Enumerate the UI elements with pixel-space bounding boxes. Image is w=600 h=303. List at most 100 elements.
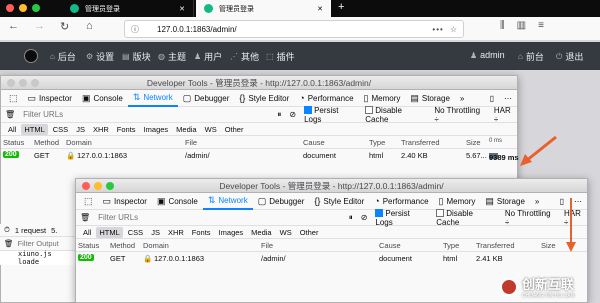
har-select[interactable]: HAR ÷: [494, 106, 517, 124]
pick-element-button[interactable]: ⬚: [79, 193, 98, 210]
tab-style-editor[interactable]: {} Style Editor: [234, 90, 294, 107]
type-filter-xhr[interactable]: XHR: [165, 227, 187, 238]
url-bar[interactable]: ⓘ 127.0.0.1:1863/admin/ ••• ☆: [124, 20, 464, 38]
tab-performance[interactable]: ◔ Performance: [294, 90, 358, 107]
site-nav-forums[interactable]: ▤ 版块: [122, 50, 151, 63]
page-actions-icon[interactable]: •••: [432, 25, 443, 34]
type-filter-media[interactable]: Media: [248, 227, 274, 238]
block-icon[interactable]: ⊘: [289, 110, 296, 119]
site-nav-home[interactable]: ⌂ 后台: [50, 50, 76, 63]
tab-style-editor[interactable]: {} Style Editor: [309, 193, 369, 210]
maximize-window-button[interactable]: [106, 182, 114, 190]
table-row[interactable]: 200 GET 🔒 127.0.0.1:1863 /admin/ documen…: [1, 149, 519, 162]
type-filter-js[interactable]: JS: [73, 124, 88, 135]
type-filter-ws[interactable]: WS: [202, 124, 220, 135]
type-filter-js[interactable]: JS: [148, 227, 163, 238]
site-nav-user[interactable]: ♟ admin: [470, 50, 505, 60]
disable-cache-checkbox[interactable]: Disable Cache: [436, 209, 497, 227]
type-filter-xhr[interactable]: XHR: [90, 124, 112, 135]
tab-console[interactable]: ▣ Console: [152, 193, 203, 210]
info-icon[interactable]: ⓘ: [131, 24, 139, 35]
site-nav-plugins[interactable]: ⬚ 插件: [266, 50, 295, 63]
type-filter-html[interactable]: HTML: [96, 226, 123, 238]
site-nav-users[interactable]: ♟ 用户: [194, 50, 222, 63]
persist-logs-checkbox[interactable]: Persist Logs: [375, 209, 428, 227]
menu-icon[interactable]: ≡: [538, 20, 544, 31]
tab-network[interactable]: ⇅ Network: [202, 193, 253, 210]
tab-memory[interactable]: ▯ Memory: [359, 90, 406, 107]
type-filter-images[interactable]: Images: [141, 124, 172, 135]
filter-output-input[interactable]: Filter Output: [18, 239, 59, 248]
column-status[interactable]: Status: [78, 241, 99, 250]
close-tab-icon[interactable]: ✕: [179, 5, 185, 13]
forward-button[interactable]: →: [34, 20, 45, 32]
site-nav-other[interactable]: ⋰ 其他: [230, 50, 259, 63]
column-transferred[interactable]: Transferred: [476, 241, 515, 250]
tab-debugger[interactable]: ▢ Debugger: [178, 90, 235, 107]
tab-network[interactable]: ⇅ Network: [127, 90, 178, 107]
more-tools-button[interactable]: »: [455, 90, 469, 107]
type-filter-ws[interactable]: WS: [277, 227, 295, 238]
throttling-select[interactable]: No Throttling ÷: [434, 106, 485, 124]
throttling-select[interactable]: No Throttling ÷: [505, 209, 556, 227]
column-transferred[interactable]: Transferred: [401, 138, 440, 147]
maximize-window-button[interactable]: [31, 79, 39, 87]
bookmark-star-icon[interactable]: ☆: [450, 25, 457, 34]
table-row[interactable]: 200 GET 🔒 127.0.0.1:1863 /admin/ documen…: [76, 252, 587, 265]
pause-icon[interactable]: ⏸: [349, 213, 353, 223]
trash-icon[interactable]: 🗑: [80, 213, 90, 222]
tab-memory[interactable]: ▯ Memory: [434, 193, 481, 210]
type-filter-other[interactable]: Other: [297, 227, 322, 238]
type-filter-images[interactable]: Images: [216, 227, 247, 238]
column-domain[interactable]: Domain: [66, 138, 92, 147]
type-filter-all[interactable]: All: [80, 227, 94, 238]
site-nav-settings[interactable]: ⚙ 设置: [86, 50, 114, 63]
column-file[interactable]: File: [261, 241, 273, 250]
column-type[interactable]: Type: [443, 241, 459, 250]
column-method[interactable]: Method: [110, 241, 135, 250]
column-status[interactable]: Status: [3, 138, 24, 147]
site-logo[interactable]: [24, 49, 38, 63]
tab-storage[interactable]: ▤ Storage: [405, 90, 455, 107]
back-button[interactable]: ←: [8, 20, 19, 32]
close-tab-icon[interactable]: ✕: [317, 5, 323, 13]
maximize-window-button[interactable]: [32, 4, 40, 12]
type-filter-all[interactable]: All: [5, 124, 19, 135]
site-nav-logout[interactable]: ⏻ 退出: [556, 50, 583, 63]
type-filter-css[interactable]: CSS: [125, 227, 146, 238]
tab-inspector[interactable]: ▭ Inspector: [98, 193, 152, 210]
type-filter-media[interactable]: Media: [173, 124, 199, 135]
column-waterfall[interactable]: 0 ms: [489, 138, 502, 144]
block-icon[interactable]: ⊘: [361, 213, 368, 222]
close-window-button[interactable]: [6, 4, 14, 12]
tab-storage[interactable]: ▤ Storage: [480, 193, 530, 210]
reload-button[interactable]: ↻: [60, 20, 69, 33]
devtools-menu-button[interactable]: ⋯: [499, 90, 517, 107]
column-cause[interactable]: Cause: [303, 138, 325, 147]
disable-cache-checkbox[interactable]: Disable Cache: [365, 106, 426, 124]
more-tools-button[interactable]: »: [530, 193, 544, 210]
minimize-window-button[interactable]: [19, 79, 27, 87]
column-type[interactable]: Type: [369, 138, 385, 147]
sidebar-icon[interactable]: ▥: [517, 20, 526, 31]
pause-icon[interactable]: ⏸: [277, 110, 281, 120]
column-method[interactable]: Method: [34, 138, 59, 147]
filter-urls-input[interactable]: Filter URLs: [98, 213, 341, 222]
home-button[interactable]: ⌂: [86, 20, 93, 32]
tab-inspector[interactable]: ▭ Inspector: [23, 90, 77, 107]
type-filter-other[interactable]: Other: [222, 124, 247, 135]
tab-console[interactable]: ▣ Console: [77, 90, 128, 107]
minimize-window-button[interactable]: [94, 182, 102, 190]
tab-performance[interactable]: ◔ Performance: [369, 193, 433, 210]
type-filter-fonts[interactable]: Fonts: [114, 124, 139, 135]
browser-tab-1[interactable]: 管理员登录 ✕: [62, 0, 194, 17]
library-icon[interactable]: ⫼: [500, 20, 505, 31]
close-window-button[interactable]: [82, 182, 90, 190]
trash-icon[interactable]: 🗑: [4, 239, 14, 248]
persist-logs-checkbox[interactable]: Persist Logs: [304, 106, 357, 124]
close-window-button[interactable]: [7, 79, 15, 87]
new-tab-button[interactable]: +: [338, 1, 344, 13]
tab-debugger[interactable]: ▢ Debugger: [253, 193, 310, 210]
type-filter-css[interactable]: CSS: [50, 124, 71, 135]
column-cause[interactable]: Cause: [379, 241, 401, 250]
